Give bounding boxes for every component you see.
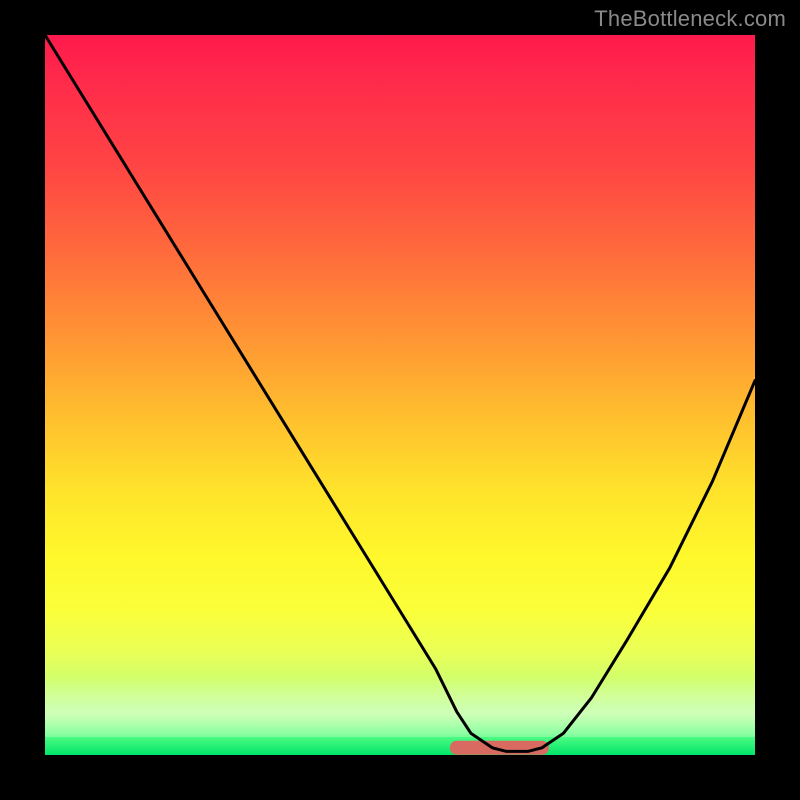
chart-frame: TheBottleneck.com — [0, 0, 800, 800]
gradient-plot-background — [45, 35, 755, 755]
attribution-text: TheBottleneck.com — [594, 6, 786, 32]
